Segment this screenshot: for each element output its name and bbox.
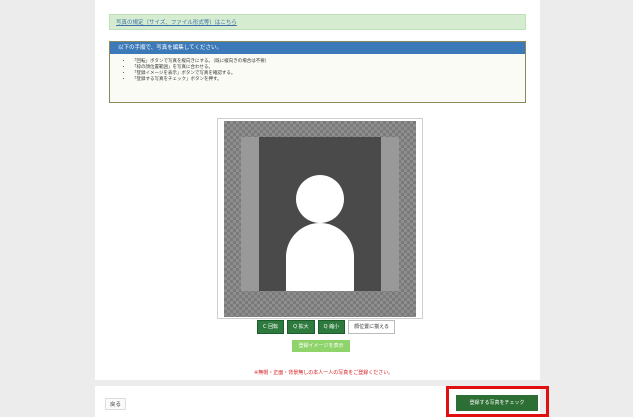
- back-button[interactable]: 戻る: [105, 398, 127, 410]
- photo-editor: [217, 118, 423, 319]
- person-body-silhouette: [286, 223, 354, 291]
- rotate-button[interactable]: C 回転: [257, 320, 285, 334]
- crop-guide-left: [241, 137, 259, 291]
- photo-rules-link[interactable]: 写真の規定（サイズ、ファイル形式等）はこちら: [116, 16, 237, 30]
- instructions-panel: 以下の手順で、写真を編集してください。 「回転」ボタンで写真を縦向きにする。（既…: [109, 41, 526, 103]
- instructions-header: 以下の手順で、写真を編集してください。: [110, 42, 525, 54]
- instructions-list: 「回転」ボタンで写真を縦向きにする。（既に縦向きの場合は不要） 「枠の顔位置範囲…: [110, 59, 525, 83]
- fit-face-button[interactable]: 顔位置に揃える: [348, 320, 396, 334]
- photo-notice: ※無帽・正面・背景無しの本人一人の写真をご登録ください。: [254, 370, 394, 376]
- crop-guide-right: [381, 137, 399, 291]
- person-head-silhouette: [296, 175, 344, 223]
- instruction-step-4: 「登録する写真をチェック」ボタンを押す。: [132, 77, 525, 83]
- photo-placeholder[interactable]: [259, 137, 381, 291]
- crop-area[interactable]: [224, 121, 416, 317]
- show-preview-button[interactable]: 登録イメージを表示: [292, 340, 350, 352]
- zoom-out-button[interactable]: Q 縮小: [317, 320, 346, 334]
- check-photo-button[interactable]: 登録する写真をチェック: [456, 395, 538, 411]
- photo-rules-bar: 写真の規定（サイズ、ファイル形式等）はこちら: [109, 14, 526, 30]
- editor-controls: C 回転 Q 拡大 Q 縮小 顔位置に揃える: [257, 320, 396, 334]
- zoom-in-button[interactable]: Q 拡大: [287, 320, 315, 334]
